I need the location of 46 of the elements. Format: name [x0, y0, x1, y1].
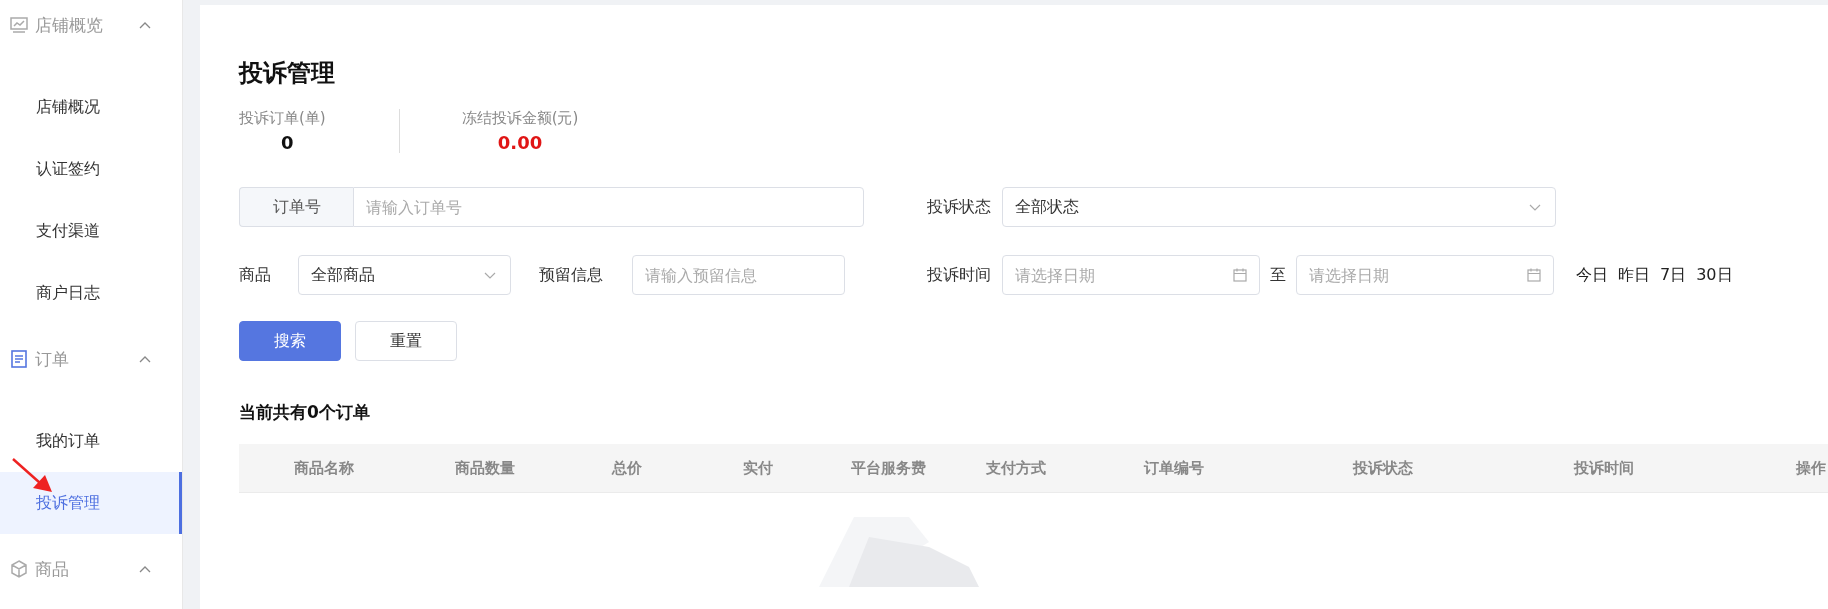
product-select[interactable]: 全部商品 — [298, 255, 511, 295]
start-date-field[interactable]: 请选择日期 — [1002, 255, 1260, 295]
column-header: 操作 — [1795, 458, 1827, 478]
calendar-icon — [1526, 267, 1542, 283]
column-header: 投诉时间 — [1572, 458, 1635, 478]
stat-value: 0 — [281, 132, 294, 153]
column-header: 总价 — [610, 458, 643, 478]
sidebar-item[interactable]: 认证签约 — [0, 138, 182, 200]
page-title: 投诉管理 — [239, 58, 336, 89]
document-icon — [9, 349, 29, 369]
field-label: 投诉时间 — [927, 264, 992, 286]
field-addon-label: 订单号 — [239, 187, 353, 227]
column-header: 实付 — [742, 458, 774, 478]
column-header: 商品数量 — [454, 458, 516, 478]
quick-date-link[interactable]: 7日 — [1660, 264, 1687, 286]
quick-date-link[interactable]: 昨日 — [1618, 264, 1650, 286]
column-header: 投诉状态 — [1351, 458, 1414, 478]
calendar-icon — [1232, 267, 1248, 283]
stat-value: 0.00 — [497, 132, 543, 153]
stat-label: 冻结投诉金额(元) — [461, 109, 579, 128]
stat-label: 投诉订单(单) — [239, 109, 326, 128]
chart-icon — [9, 15, 29, 35]
column-header: 支付方式 — [985, 458, 1047, 478]
field-label: 商品 — [239, 264, 272, 286]
column-header: 商品名称 — [293, 458, 355, 478]
sidebar-item[interactable]: 商户日志 — [0, 262, 182, 324]
status-select[interactable]: 全部状态 — [1002, 187, 1556, 227]
column-header: 平台服务费 — [849, 458, 927, 478]
column-header: 订单编号 — [1142, 458, 1205, 478]
end-date-field[interactable]: 请选择日期 — [1296, 255, 1554, 295]
sidebar-item[interactable]: 店铺概况 — [0, 76, 182, 138]
sidebar-item[interactable]: 我的订单 — [0, 410, 182, 472]
quick-date-link[interactable]: 今日 — [1576, 264, 1608, 286]
quick-date-link[interactable]: 30日 — [1696, 264, 1733, 286]
range-separator: 至 — [1270, 264, 1286, 286]
field-label: 投诉状态 — [927, 196, 992, 218]
annotation-arrow — [12, 458, 52, 492]
cube-icon — [9, 559, 29, 579]
field-label: 预留信息 — [539, 264, 604, 286]
reserve-info-field[interactable]: 请输入预留信息 — [632, 255, 845, 295]
order-number-field[interactable]: 请输入订单号 — [353, 187, 864, 227]
sidebar-item[interactable]: 投诉管理 — [0, 472, 182, 534]
search-button[interactable]: 搜索 — [239, 321, 341, 361]
sidebar-item[interactable]: 支付渠道 — [0, 200, 182, 262]
order-count-summary: 当前共有0个订单 — [239, 401, 371, 424]
reset-button[interactable]: 重置 — [355, 321, 457, 361]
